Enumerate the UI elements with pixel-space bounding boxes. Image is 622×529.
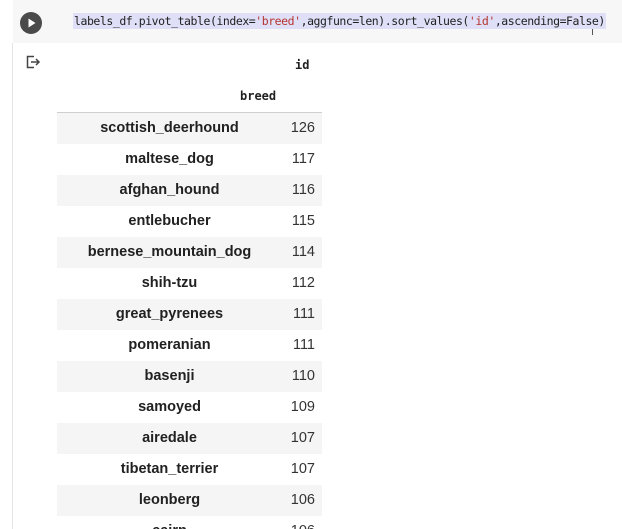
id-count-cell: 106 bbox=[291, 523, 315, 529]
table-row: great_pyrenees 111 bbox=[57, 299, 322, 330]
table-row: airedale 107 bbox=[57, 423, 322, 454]
output-gutter-divider bbox=[12, 43, 13, 529]
code-text: labels_df.pivot_table(index= bbox=[74, 14, 256, 28]
id-count-cell: 111 bbox=[292, 306, 315, 322]
id-count-cell: 106 bbox=[290, 492, 315, 508]
id-count-cell: 114 bbox=[291, 244, 315, 260]
id-count-cell: 112 bbox=[291, 275, 315, 291]
code-editor[interactable]: labels_df.pivot_table(index='breed',aggf… bbox=[13, 0, 622, 43]
id-count-cell: 107 bbox=[290, 461, 315, 477]
play-icon bbox=[28, 18, 36, 28]
breed-cell: pomeranian bbox=[128, 337, 211, 353]
table-row: leonberg 106 bbox=[57, 485, 322, 516]
breed-cell: bernese_mountain_dog bbox=[87, 244, 252, 260]
breed-cell: samoyed bbox=[138, 399, 201, 415]
notebook-cell: labels_df.pivot_table(index='breed',aggf… bbox=[0, 0, 622, 529]
id-count-cell: 111 bbox=[292, 337, 315, 353]
code-text: ,ascending=False) bbox=[494, 14, 606, 28]
id-count-cell: 126 bbox=[290, 120, 315, 136]
id-count-cell: 107 bbox=[290, 430, 315, 446]
run-cell-button[interactable] bbox=[20, 12, 42, 34]
table-row: scottish_deerhound 126 bbox=[57, 113, 322, 144]
table-row: tibetan_terrier 107 bbox=[57, 454, 322, 485]
breed-cell: tibetan_terrier bbox=[120, 461, 219, 477]
table-row: entlebucher 115 bbox=[57, 206, 322, 237]
table-row: maltese_dog 117 bbox=[57, 144, 322, 175]
code-string: 'id' bbox=[468, 14, 495, 28]
table-row: shih-tzu 112 bbox=[57, 268, 322, 299]
id-count-cell: 117 bbox=[291, 151, 315, 167]
breed-cell: great_pyrenees bbox=[115, 306, 224, 322]
breed-cell: shih-tzu bbox=[141, 275, 198, 291]
code-text: ,aggfunc=len).sort_values( bbox=[300, 14, 470, 28]
table-row: samoyed 109 bbox=[57, 392, 322, 423]
breed-cell: entlebucher bbox=[128, 213, 211, 229]
code-line[interactable]: labels_df.pivot_table(index='breed',aggf… bbox=[73, 13, 606, 29]
table-row: cairn 106 bbox=[57, 516, 322, 529]
breed-cell: leonberg bbox=[138, 492, 201, 508]
table-row: afghan_hound 116 bbox=[57, 175, 322, 206]
output-redirect-icon[interactable] bbox=[25, 54, 41, 70]
table-row: pomeranian 111 bbox=[57, 330, 322, 361]
index-header-breed: breed bbox=[240, 89, 277, 103]
breed-cell: basenji bbox=[144, 368, 195, 384]
id-count-cell: 116 bbox=[291, 182, 315, 198]
table-body: scottish_deerhound 126 maltese_dog 117 afgha… bbox=[57, 113, 322, 529]
id-count-cell: 110 bbox=[291, 368, 315, 384]
breed-cell: scottish_deerhound bbox=[100, 120, 239, 136]
column-header-id: id bbox=[295, 58, 310, 72]
table-row: basenji 110 bbox=[57, 361, 322, 392]
breed-cell: airedale bbox=[142, 430, 197, 446]
breed-cell: maltese_dog bbox=[125, 151, 214, 167]
id-count-cell: 109 bbox=[290, 399, 315, 415]
id-count-cell: 115 bbox=[291, 213, 315, 229]
code-string: 'breed' bbox=[255, 14, 301, 28]
breed-cell: afghan_hound bbox=[119, 182, 220, 198]
breed-cell: cairn bbox=[57, 523, 282, 529]
table-row: bernese_mountain_dog 114 bbox=[57, 237, 322, 268]
text-cursor bbox=[592, 29, 593, 35]
